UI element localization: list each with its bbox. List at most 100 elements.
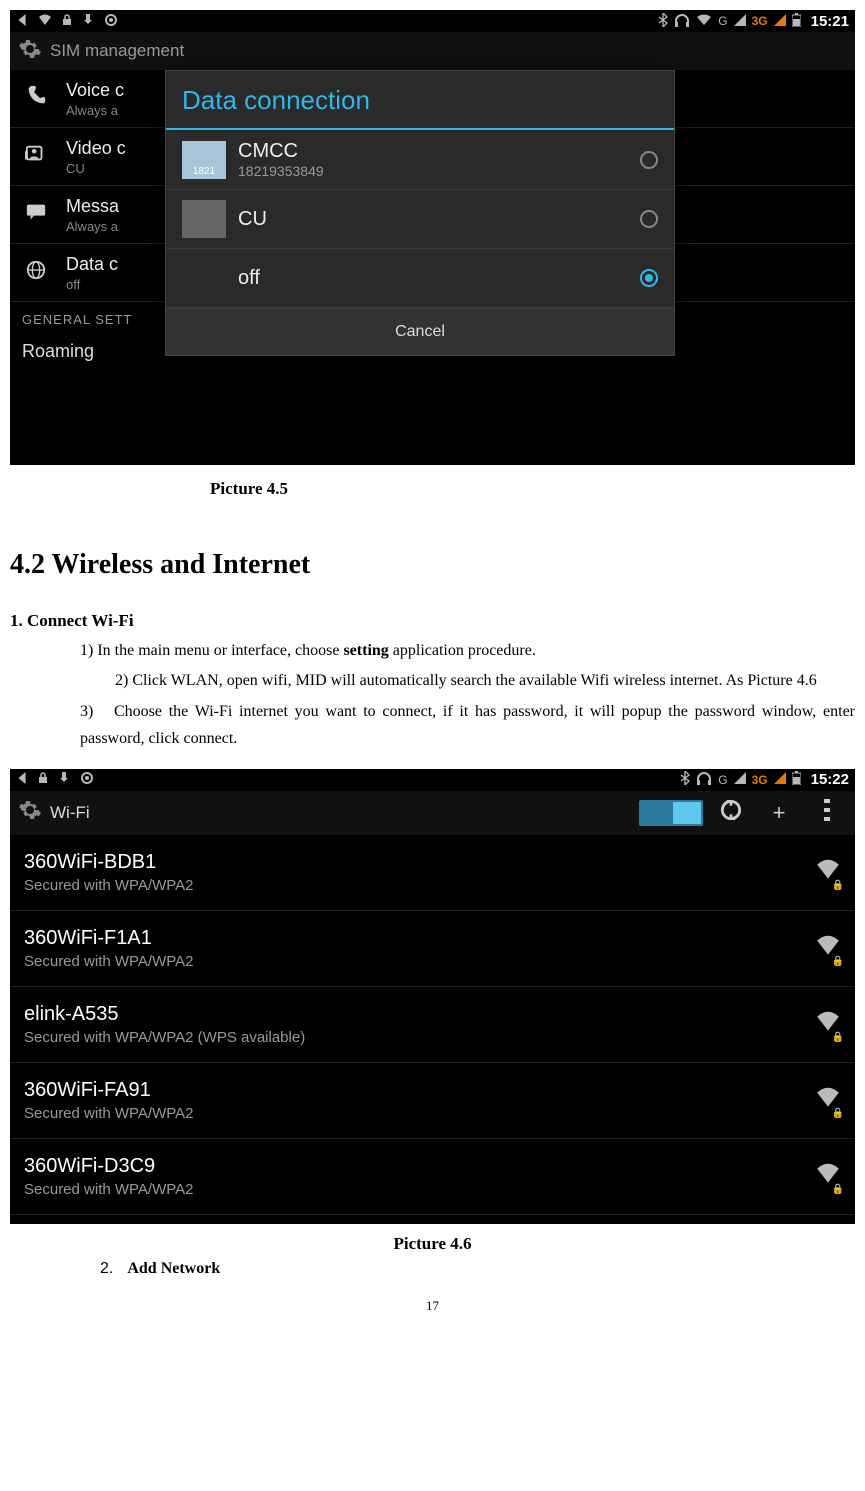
bluetooth-icon <box>680 771 690 788</box>
signal2-icon <box>774 14 786 29</box>
section-heading: 4.2 Wireless and Internet <box>10 549 855 581</box>
radio-button[interactable] <box>640 210 658 228</box>
row-sub: CU <box>66 161 126 176</box>
wifi-header: Wi-Fi + <box>10 791 855 835</box>
sim-chip-none <box>182 259 226 297</box>
overflow-menu-button[interactable] <box>807 799 847 827</box>
globe-icon <box>25 259 47 286</box>
signal-icon <box>734 772 746 787</box>
wifi-ssid: elink-A535 <box>24 1003 305 1026</box>
radio-button[interactable] <box>640 269 658 287</box>
headphones-icon <box>696 771 712 788</box>
wifi-network-row[interactable]: 360WiFi-FA91 Secured with WPA/WPA2 🔒 <box>10 1063 855 1139</box>
row-title: Messa <box>66 196 119 217</box>
add-network-heading: 2.Add Network <box>100 1260 855 1278</box>
dialog-option-cmcc[interactable]: 1821 CMCC18219353849 <box>166 130 674 190</box>
row-sub: Always a <box>66 219 119 234</box>
network-3g-label: 3G <box>752 14 768 28</box>
status-bar: G 3G 15:22 <box>10 769 855 791</box>
network-3g-label: 3G <box>752 773 768 787</box>
dialog-title: Data connection <box>166 71 674 130</box>
row-sub: Always a <box>66 103 124 118</box>
wifi-ssid: 360WiFi-F1A1 <box>24 927 194 950</box>
download-icon <box>82 14 94 29</box>
gear-icon <box>18 798 42 827</box>
dialog-option-cu[interactable]: CU <box>166 190 674 249</box>
wifi-signal-icon: 🔒 <box>815 933 841 964</box>
wifi-ssid: 360WiFi-D3C9 <box>24 1155 194 1178</box>
clock-text: 15:21 <box>811 13 849 30</box>
settings-page-header: SIM management <box>10 32 855 70</box>
app-icon <box>104 13 118 30</box>
lock-icon <box>38 772 48 787</box>
wifi-lock-icon: 🔒 <box>832 1108 844 1119</box>
figure-caption-4-6: Picture 4.6 <box>0 1234 865 1254</box>
data-connection-dialog: Data connection 1821 CMCC18219353849 CU … <box>165 70 675 356</box>
wifi-toggle[interactable] <box>639 800 703 826</box>
option-carrier: CU <box>238 208 267 231</box>
wifi-lock-icon: 🔒 <box>832 1184 844 1195</box>
wifi-ssid: 360WiFi-FA91 <box>24 1079 194 1102</box>
step-3-text: 3)Choose the Wi-Fi internet you want to … <box>80 698 855 752</box>
battery-icon <box>792 13 801 30</box>
wifi-security: Secured with WPA/WPA2 (WPS available) <box>24 1029 305 1046</box>
phone-icon <box>25 85 47 112</box>
wifi-signal-icon: 🔒 <box>815 857 841 888</box>
wifi-lock-icon: 🔒 <box>832 956 844 967</box>
wifi-network-row[interactable]: 360WiFi-BDB1 Secured with WPA/WPA2 🔒 <box>10 835 855 911</box>
wifi-lock-icon: 🔒 <box>832 880 844 891</box>
step-1-text: 1) In the main menu or interface, choose… <box>80 639 785 663</box>
wps-icon[interactable] <box>711 797 751 829</box>
wifi-security: Secured with WPA/WPA2 <box>24 1181 194 1198</box>
dialog-option-off[interactable]: off <box>166 249 674 308</box>
clock-text: 15:22 <box>811 771 849 788</box>
sim-chip-icon: 1821 <box>182 141 226 179</box>
message-icon <box>25 201 47 228</box>
bluetooth-icon <box>658 13 668 30</box>
figure-caption-4-5: Picture 4.5 <box>0 479 865 499</box>
subsection-heading: 1. Connect Wi-Fi <box>10 611 855 631</box>
sim-chip-icon <box>182 200 226 238</box>
row-title: Voice c <box>66 80 124 101</box>
row-title: Data c <box>66 254 118 275</box>
settings-page-title: SIM management <box>50 41 184 61</box>
step-2-text: 2) Click WLAN, open wifi, MID will autom… <box>115 667 855 694</box>
signal2-icon <box>774 772 786 787</box>
wifi-security: Secured with WPA/WPA2 <box>24 1105 194 1122</box>
video-contact-icon <box>25 143 47 170</box>
wifi-network-row[interactable]: 360WiFi-D3C9 Secured with WPA/WPA2 🔒 <box>10 1139 855 1215</box>
option-carrier: CMCC <box>238 140 324 163</box>
signal-icon <box>734 14 746 29</box>
download-icon <box>58 772 70 787</box>
wifi-network-row[interactable]: 360WiFi-F1A1 Secured with WPA/WPA2 🔒 <box>10 911 855 987</box>
wifi-signal-icon: 🔒 <box>815 1009 841 1040</box>
gear-icon <box>18 37 42 66</box>
add-network-button[interactable]: + <box>759 800 799 826</box>
status-bar: G 3G 15:21 <box>10 10 855 32</box>
app-icon <box>80 771 94 788</box>
wifi-security: Secured with WPA/WPA2 <box>24 953 194 970</box>
wifi-ssid: 360WiFi-BDB1 <box>24 851 194 874</box>
back-icon <box>16 772 28 787</box>
lock-icon <box>62 14 72 29</box>
wifi-network-list: 360WiFi-BDB1 Secured with WPA/WPA2 🔒 360… <box>10 835 855 1215</box>
back-icon <box>16 14 28 29</box>
option-carrier: off <box>238 267 260 290</box>
network-g-label: G <box>718 14 727 28</box>
wifi-small-icon <box>38 14 52 29</box>
network-g-label: G <box>718 773 727 787</box>
wifi-icon <box>696 14 712 29</box>
screenshot-sim-management: G 3G 15:21 SIM management Voice c Always … <box>10 10 855 465</box>
cancel-button[interactable]: Cancel <box>166 308 674 355</box>
wifi-signal-icon: 🔒 <box>815 1085 841 1116</box>
option-number: 18219353849 <box>238 163 324 179</box>
radio-button[interactable] <box>640 151 658 169</box>
screenshot-wifi-settings: G 3G 15:22 Wi-Fi + 360WiFi-BDB1 Secured … <box>10 769 855 1224</box>
wifi-network-row[interactable]: elink-A535 Secured with WPA/WPA2 (WPS av… <box>10 987 855 1063</box>
page-number: 17 <box>0 1298 865 1324</box>
wifi-security: Secured with WPA/WPA2 <box>24 877 194 894</box>
headphones-icon <box>674 13 690 30</box>
row-title: Video c <box>66 138 126 159</box>
row-sub: off <box>66 277 118 292</box>
battery-icon <box>792 771 801 788</box>
